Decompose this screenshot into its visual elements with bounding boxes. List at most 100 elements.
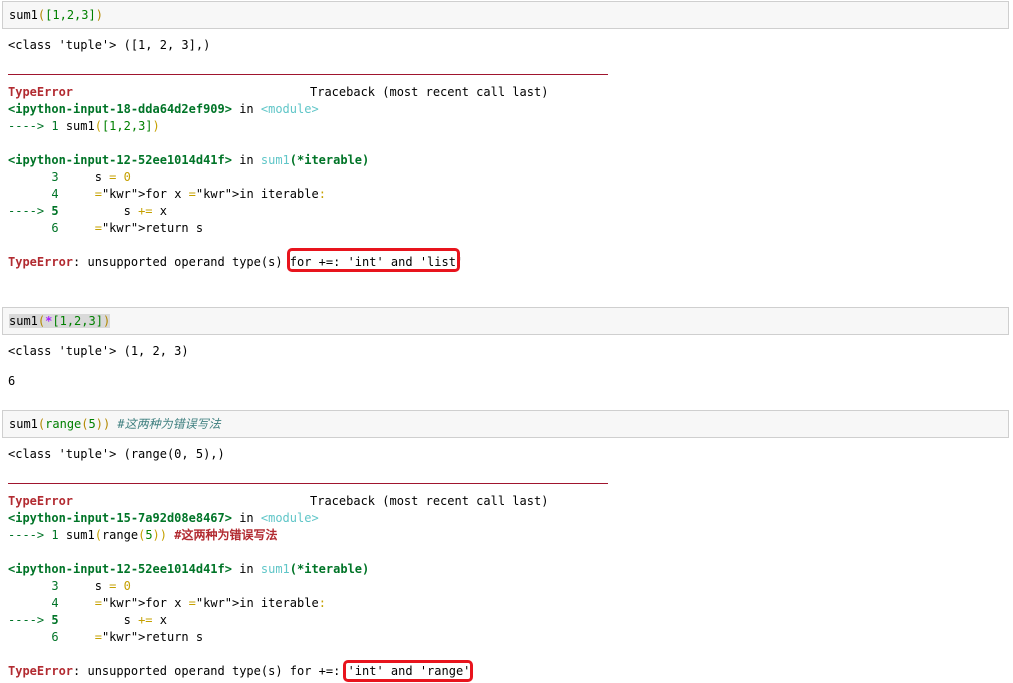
frame-where[interactable]: <module> xyxy=(261,511,319,525)
line-code: ="kwr">for x ="kwr">in iterable: xyxy=(94,596,326,610)
cell3-input[interactable]: sum1(range(5)) #这两种为错误写法 xyxy=(2,410,1009,438)
frame1-line: ----> 1 sum1(range(5)) #这两种为错误写法 xyxy=(8,527,277,544)
frame-in: in xyxy=(231,153,261,167)
list-literal: [1,2,3] xyxy=(45,8,96,22)
code-paren-open: ( xyxy=(94,528,102,542)
frame1-header: <ipython-input-15-7a92d08e8467> in <modu… xyxy=(8,510,319,527)
frame-in: in xyxy=(231,511,261,525)
cell1-code[interactable]: sum1([1,2,3]) xyxy=(9,7,103,24)
inner-paren-close: ) xyxy=(95,417,103,431)
line-number: 5 xyxy=(51,204,59,218)
frame2-header: <ipython-input-12-52ee1014d41f> in sum1(… xyxy=(8,561,369,578)
line-number: 1 xyxy=(51,119,59,133)
line-prefix xyxy=(8,170,51,184)
frame2-line-5: ----> 5 s += x xyxy=(8,203,167,220)
arrow-marker: ----> xyxy=(8,613,52,627)
line-prefix xyxy=(8,596,51,610)
line-code: ="kwr">for x ="kwr">in iterable: xyxy=(94,187,326,201)
arrow-marker: ----> xyxy=(8,528,52,542)
number-literal: 5 xyxy=(88,417,96,431)
error-type: TypeError xyxy=(8,664,74,678)
cell2-output-1: <class 'tuple'> (1, 2, 3) xyxy=(8,344,189,358)
code-paren-close: ) xyxy=(152,119,160,133)
line-number: 3 xyxy=(51,170,59,184)
line-number: 6 xyxy=(51,221,59,235)
line-prefix xyxy=(8,187,51,201)
arrow-marker: ----> xyxy=(8,119,52,133)
traceback-divider xyxy=(8,74,608,75)
frame2-line-4: 4 ="kwr">for x ="kwr">in iterable: xyxy=(8,186,326,203)
line-prefix xyxy=(8,630,51,644)
line-prefix xyxy=(8,221,51,235)
fn-name: sum1 xyxy=(9,8,38,22)
code-paren-close: ) xyxy=(159,528,168,542)
line-code: ="kwr">return s xyxy=(94,630,204,644)
inner-paren-open: ( xyxy=(81,417,89,431)
cell2-input[interactable]: sum1(*[1,2,3]) xyxy=(2,307,1009,335)
range-builtin: range xyxy=(45,417,82,431)
error-message-text: : unsupported operand type(s) xyxy=(73,255,290,269)
frame-file: <ipython-input-15-7a92d08e8467> xyxy=(8,511,232,525)
frame-file: <ipython-input-12-52ee1014d41f> xyxy=(8,562,232,576)
code-comment: #这两种为错误写法 xyxy=(167,528,278,542)
arrow-marker: ----> xyxy=(8,204,52,218)
paren-close: ) xyxy=(102,314,111,328)
frame-where[interactable]: <module> xyxy=(261,102,319,116)
frame2-header: <ipython-input-12-52ee1014d41f> in sum1(… xyxy=(8,152,369,169)
error-type: TypeError xyxy=(8,255,74,269)
selected-code[interactable]: sum1(*[1,2,3]) xyxy=(9,314,111,328)
code-arg: [1,2,3] xyxy=(101,119,153,133)
frame2-line-3: 3 s = 0 xyxy=(8,578,131,595)
traceback-divider xyxy=(8,483,608,484)
code-arg: 5 xyxy=(145,528,153,542)
line-number: 1 xyxy=(51,528,59,542)
line-code: s += x xyxy=(58,204,167,218)
line-code: s = 0 xyxy=(58,579,131,593)
list-literal: [1,2,3] xyxy=(52,314,103,328)
cell3-code[interactable]: sum1(range(5)) #这两种为错误写法 xyxy=(9,416,221,433)
frame2-line-4: 4 ="kwr">for x ="kwr">in iterable: xyxy=(8,595,326,612)
traceback-header-row: TypeError Traceback (most recent call las… xyxy=(8,84,548,101)
frame-in: in xyxy=(231,562,261,576)
frame2-line-6: 6 ="kwr">return s xyxy=(8,220,203,237)
frame-where[interactable]: sum1 xyxy=(261,562,290,576)
code-inner-close: ) xyxy=(152,528,160,542)
frame1-header: <ipython-input-18-dda64d2ef909> in <modu… xyxy=(8,101,319,118)
line-number: 3 xyxy=(51,579,59,593)
cell2-output-2: 6 xyxy=(8,374,16,388)
traceback-header-row: TypeError Traceback (most recent call las… xyxy=(8,493,548,510)
traceback-header: Traceback (most recent call last) xyxy=(310,85,549,99)
line-number: 5 xyxy=(51,613,59,627)
line-number: 4 xyxy=(51,596,59,610)
frame-signature: (*iterable) xyxy=(289,562,370,576)
fn-name: sum1 xyxy=(9,417,38,431)
line-number: 4 xyxy=(51,187,59,201)
line-prefix xyxy=(8,579,51,593)
cell3-output: <class 'tuple'> (range(0, 5),) xyxy=(8,447,225,461)
paren-close: ) xyxy=(95,8,103,22)
highlight-box xyxy=(287,248,460,272)
cell1-input[interactable]: sum1([1,2,3]) xyxy=(2,1,1009,29)
frame1-line: ----> 1 sum1([1,2,3]) xyxy=(8,118,160,135)
code-range: range xyxy=(101,528,139,542)
frame-in: in xyxy=(231,102,261,116)
frame2-line-5: ----> 5 s += x xyxy=(8,612,167,629)
frame-file: <ipython-input-18-dda64d2ef909> xyxy=(8,102,232,116)
code-fn: sum1 xyxy=(58,528,95,542)
code-paren-open: ( xyxy=(94,119,102,133)
fn-name: sum1 xyxy=(9,314,38,328)
line-number: 6 xyxy=(51,630,59,644)
frame-signature: (*iterable) xyxy=(289,153,370,167)
cell2-code[interactable]: sum1(*[1,2,3]) xyxy=(9,313,111,330)
frame2-line-6: 6 ="kwr">return s xyxy=(8,629,203,646)
frame-where[interactable]: sum1 xyxy=(261,153,290,167)
traceback-header: Traceback (most recent call last) xyxy=(310,494,549,508)
line-code: s = 0 xyxy=(58,170,131,184)
code-fn: sum1 xyxy=(58,119,95,133)
error-type: TypeError xyxy=(8,85,74,99)
line-code: s += x xyxy=(58,613,167,627)
cell1-output: <class 'tuple'> ([1, 2, 3],) xyxy=(8,38,211,52)
frame-file: <ipython-input-12-52ee1014d41f> xyxy=(8,153,232,167)
highlight-box xyxy=(343,660,473,682)
frame2-line-3: 3 s = 0 xyxy=(8,169,131,186)
